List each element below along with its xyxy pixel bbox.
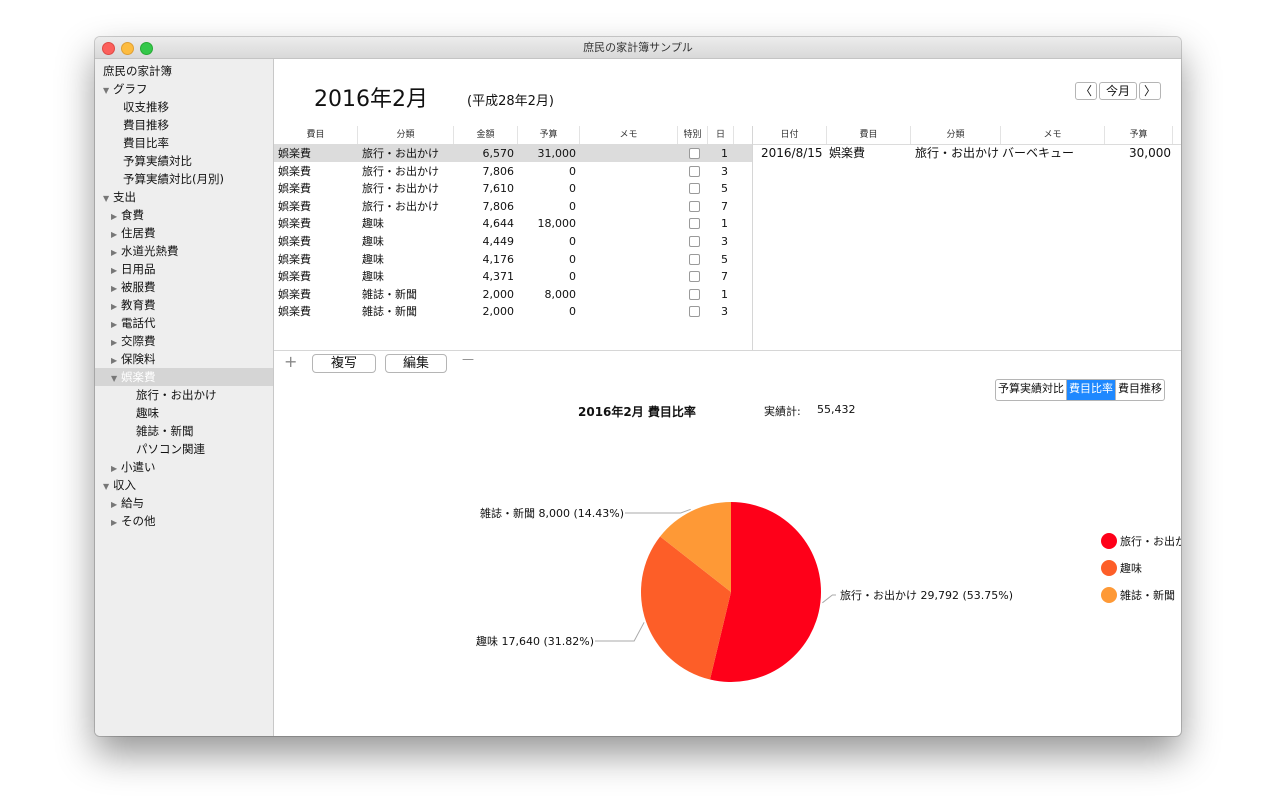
sidebar-item[interactable]: 収支推移 [95, 98, 273, 116]
zoom-window-button[interactable] [140, 42, 153, 55]
sidebar-item[interactable]: ▶ 教育費 [95, 296, 273, 314]
sidebar-item[interactable]: ▼ グラフ [95, 80, 273, 98]
sidebar-item-label: 被服費 [121, 280, 156, 294]
minimize-window-button[interactable] [121, 42, 134, 55]
legend-swatch [1101, 533, 1117, 549]
legend-name: 雑誌・新聞 [1120, 589, 1175, 602]
sidebar-item[interactable]: 費目推移 [95, 116, 273, 134]
sidebar-item-label: 予算実績対比(月別) [123, 172, 224, 186]
legend-item: 雑誌・新聞8,000 [1101, 585, 1181, 605]
sidebar-item[interactable]: パソコン関連 [95, 440, 273, 458]
sidebar-item[interactable]: 費目比率 [95, 134, 273, 152]
sidebar-item[interactable]: ▶ 食費 [95, 206, 273, 224]
sidebar-item[interactable]: ▶ 給与 [95, 494, 273, 512]
sidebar-item-label: 旅行・お出かけ [136, 388, 217, 402]
disclosure-closed-icon[interactable]: ▶ [111, 514, 121, 532]
sidebar-item[interactable]: ▶ 交際費 [95, 332, 273, 350]
legend-swatch [1101, 560, 1117, 576]
legend-item: 趣味17,640 [1101, 558, 1181, 578]
sidebar-item[interactable]: ▶ 電話代 [95, 314, 273, 332]
title-bar: 庶民の家計簿サンプル [95, 37, 1181, 59]
pie-chart [595, 502, 836, 682]
sidebar-item[interactable]: 庶民の家計簿 [95, 62, 273, 80]
sidebar-item-label: 給与 [121, 496, 144, 510]
sidebar-item[interactable]: 趣味 [95, 404, 273, 422]
close-window-button[interactable] [102, 42, 115, 55]
sidebar-item-label: 教育費 [121, 298, 156, 312]
pie-leader-line [822, 594, 836, 604]
sidebar-item-label: 電話代 [121, 316, 156, 330]
sidebar-item-label: 予算実績対比 [123, 154, 192, 168]
sidebar-item-label: 費目推移 [123, 118, 169, 132]
sidebar-item-label: 費目比率 [123, 136, 169, 150]
sidebar-item[interactable]: ▼ 支出 [95, 188, 273, 206]
sidebar-item-label: 庶民の家計簿 [103, 64, 172, 78]
pie-leader-line [625, 508, 691, 514]
sidebar-item[interactable]: ▼ 娯楽費 [95, 368, 273, 386]
sidebar-item[interactable]: ▶ 保険料 [95, 350, 273, 368]
sidebar-item-label: 交際費 [121, 334, 156, 348]
sidebar-item-label: 保険料 [121, 352, 156, 366]
sidebar-item[interactable]: ▼ 収入 [95, 476, 273, 494]
sidebar-item[interactable]: ▶ その他 [95, 512, 273, 530]
sidebar-item-label: 娯楽費 [121, 370, 156, 384]
sidebar-item-label: 水道光熱費 [121, 244, 179, 258]
sidebar-item-label: 趣味 [136, 406, 159, 420]
sidebar-item-label: 日用品 [121, 262, 156, 276]
sidebar-item[interactable]: 予算実績対比(月別) [95, 170, 273, 188]
sidebar-item-label: 支出 [113, 190, 136, 204]
sidebar-item-label: その他 [121, 514, 156, 528]
sidebar: 庶民の家計簿 ▼ グラフ収支推移費目推移費目比率予算実績対比予算実績対比(月別) ▼ 支… [95, 59, 274, 736]
window-title: 庶民の家計簿サンプル [583, 41, 693, 54]
pie-leader-line [595, 622, 645, 642]
pie-slice-label: 雑誌・新聞 8,000 (14.43%) [479, 507, 624, 520]
pie-slice-label: 旅行・お出かけ 29,792 (53.75%) [840, 589, 1014, 602]
legend-swatch [1101, 587, 1117, 603]
sidebar-item[interactable]: ▶ 被服費 [95, 278, 273, 296]
sidebar-item-label: パソコン関連 [136, 442, 205, 456]
legend-item: 旅行・お出かけ29,792 [1101, 531, 1181, 551]
pie-slice-label: 趣味 17,640 (31.82%) [475, 635, 594, 648]
sidebar-item[interactable]: ▶ 住居費 [95, 224, 273, 242]
sidebar-item[interactable]: 雑誌・新聞 [95, 422, 273, 440]
legend-name: 趣味 [1120, 562, 1142, 575]
sidebar-item-label: 住居費 [121, 226, 156, 240]
sidebar-item-label: 雑誌・新聞 [136, 424, 194, 438]
sidebar-item-label: 小遣い [121, 460, 156, 474]
sidebar-item[interactable]: ▶ 日用品 [95, 260, 273, 278]
sidebar-item-label: 食費 [121, 208, 144, 222]
sidebar-item-label: 収支推移 [123, 100, 169, 114]
sidebar-item[interactable]: ▶ 小遣い [95, 458, 273, 476]
legend-name: 旅行・お出かけ [1120, 535, 1181, 548]
sidebar-item[interactable]: 旅行・お出かけ [95, 386, 273, 404]
app-window: 庶民の家計簿サンプル 庶民の家計簿 ▼ グラフ収支推移費目推移費目比率予算実績対比予… [95, 37, 1181, 736]
sidebar-item-label: グラフ [113, 82, 148, 96]
sidebar-item[interactable]: ▶ 水道光熱費 [95, 242, 273, 260]
sidebar-item-label: 収入 [113, 478, 136, 492]
main-content: 2016年2月 (平成28年2月) 〈 今月 〉 費目 分類 金額 予算 メモ 特別日 娯… [274, 59, 1181, 736]
sidebar-item[interactable]: 予算実績対比 [95, 152, 273, 170]
